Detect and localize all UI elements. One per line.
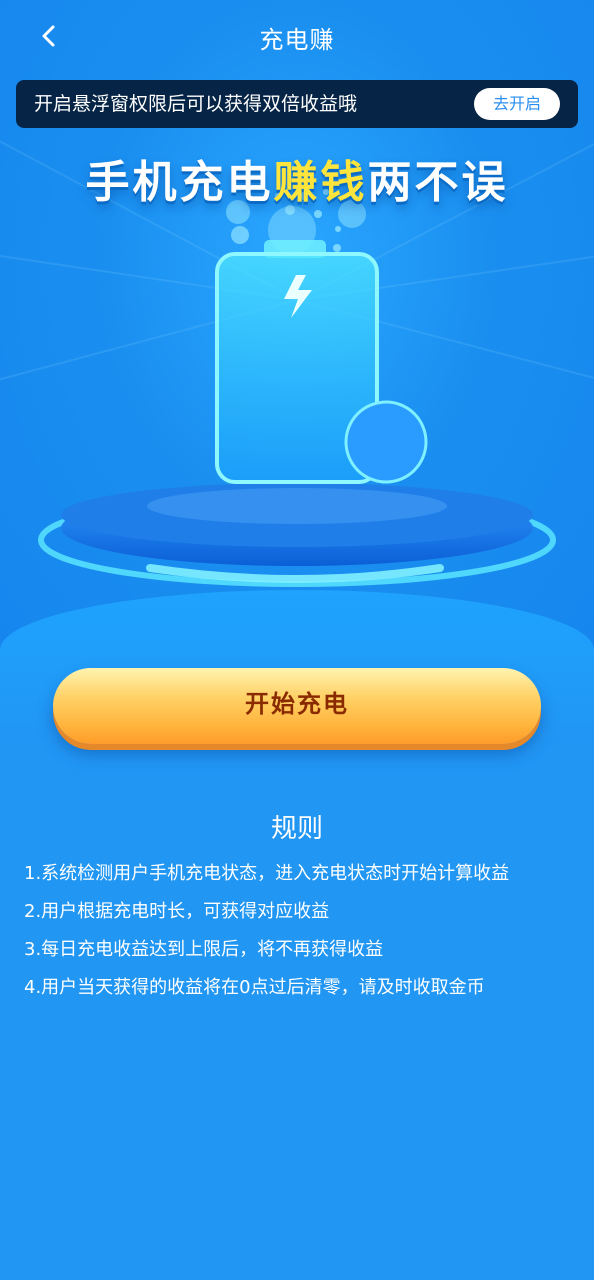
start-charging-button[interactable]: 开始充电	[53, 668, 541, 744]
rule-item: 1.系统检测用户手机充电状态，进入充电状态时开始计算收益	[24, 863, 510, 884]
pedestal-illustration	[38, 483, 556, 587]
rule-item: 3.每日充电收益达到上限后，将不再获得收益	[24, 939, 384, 960]
permission-notice-bar: 开启悬浮窗权限后可以获得双倍收益哦 去开启	[16, 80, 578, 128]
rule-item: 4.用户当天获得的收益将在0点过后清零，请及时收取金币	[24, 977, 485, 998]
battery-illustration	[215, 240, 428, 484]
rule-item: 2.用户根据充电时长，可获得对应收益	[24, 901, 330, 922]
enable-permission-button[interactable]: 去开启	[474, 88, 560, 120]
charge-earn-screen: 充电赚 开启悬浮窗权限后可以获得双倍收益哦 去开启 手机充电赚钱两不误 开始充电…	[0, 0, 594, 1280]
notice-text: 开启悬浮窗权限后可以获得双倍收益哦	[34, 93, 358, 115]
rules-list: 1.系统检测用户手机充电状态，进入充电状态时开始计算收益 2.用户根据充电时长，…	[24, 858, 584, 1010]
slogan-part1: 手机充电	[85, 157, 274, 208]
slogan-highlight: 赚钱	[273, 157, 368, 208]
page-title: 充电赚	[259, 26, 335, 54]
slogan-part2: 两不误	[367, 157, 509, 208]
rules-title: 规则	[270, 814, 323, 844]
slogan: 手机充电赚钱两不误	[0, 146, 594, 210]
top-bar: 充电赚	[0, 0, 594, 72]
